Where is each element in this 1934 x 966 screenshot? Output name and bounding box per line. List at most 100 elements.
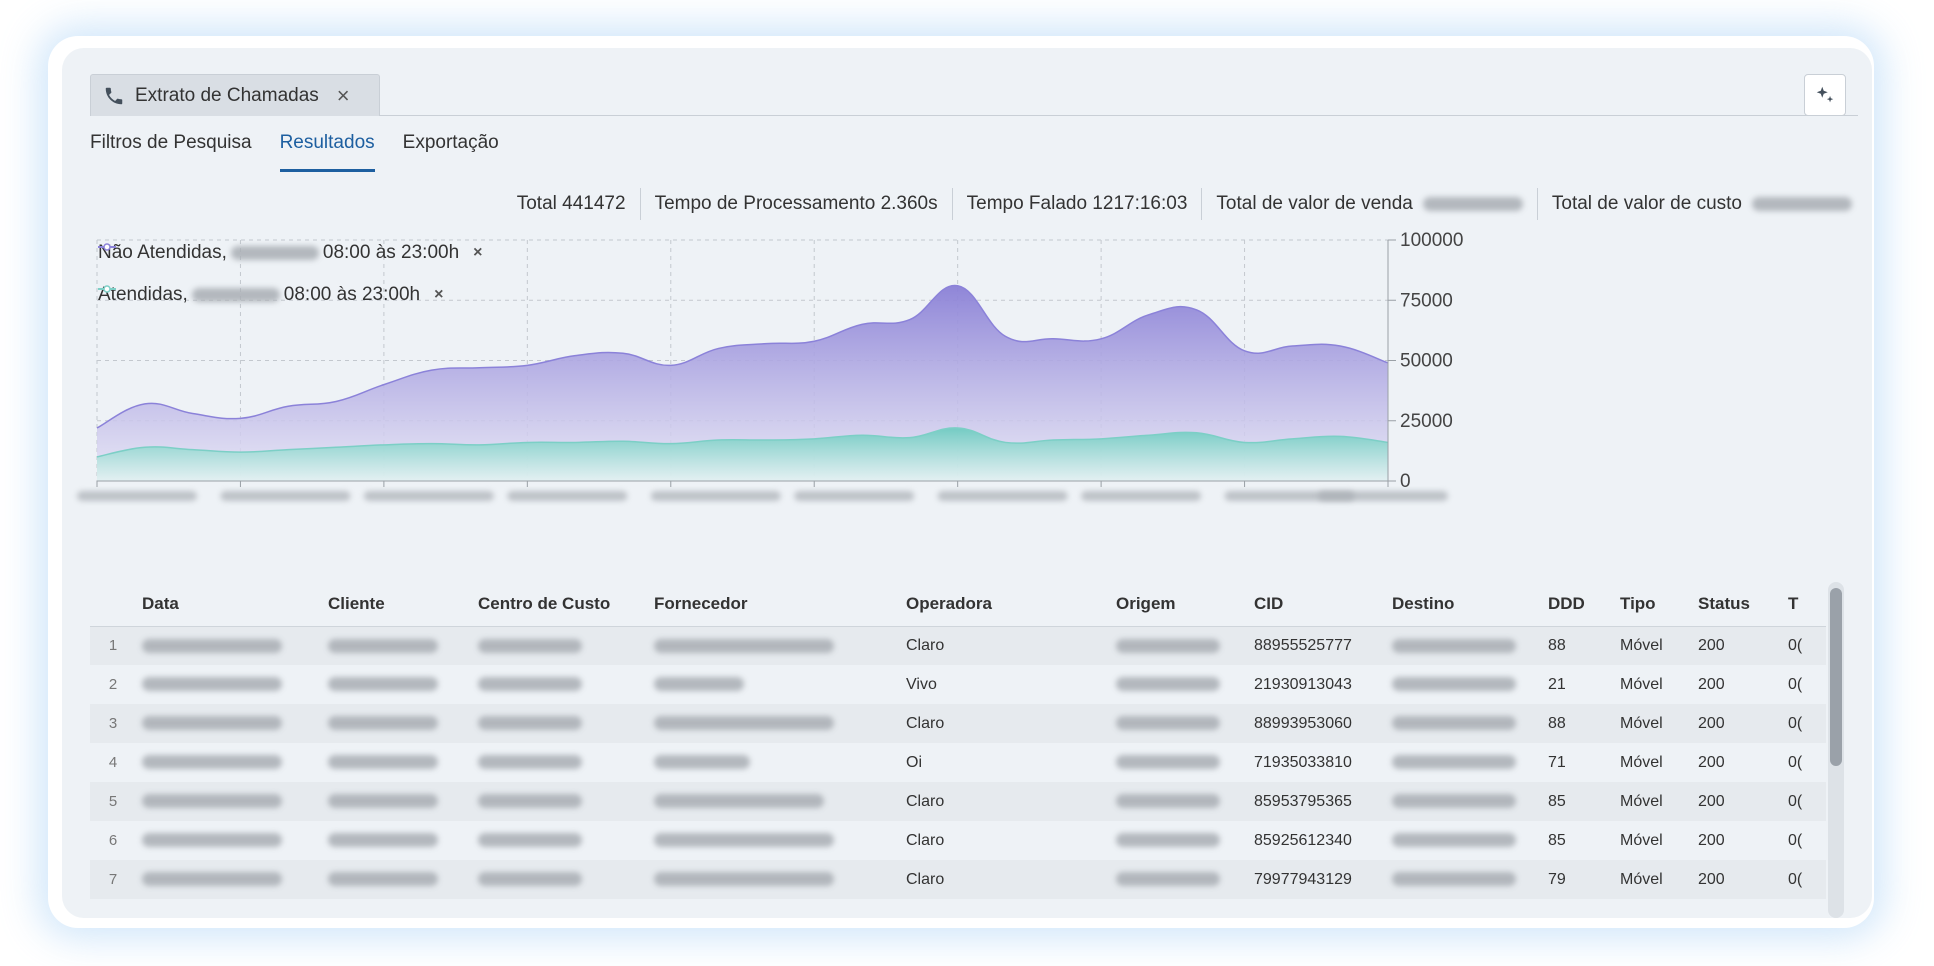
column-header-origem[interactable]: Origem [1110,582,1248,627]
redacted-value [230,246,319,260]
cell-operadora: Claro [900,860,1110,899]
tab-title: Extrato de Chamadas [135,84,319,106]
cell-cid: 85925612340 [1248,821,1386,860]
redacted-cell [322,782,472,821]
redacted-cell [136,704,322,743]
redacted-cell [648,821,900,860]
stat-total-sales-value: Total de valor de venda [1202,188,1538,220]
redacted-value [142,755,282,770]
cell-operadora: Claro [900,782,1110,821]
legend-time-range: 08:00 às 23:00h [322,242,460,263]
legend-nao-atendidas[interactable]: Não Atendidas, 08:00 às 23:00h × [98,242,483,264]
cell-status: 200 [1692,821,1782,860]
table-row[interactable]: 1 Claro 88955525777 88 Móvel 200 0( [90,626,1826,665]
cell-operadora: Oi [900,743,1110,782]
redacted-value [1752,197,1852,211]
column-header-status[interactable]: Status [1692,582,1782,627]
y-tick-label: 50000 [1400,351,1453,372]
cell-cid: 21930913043 [1248,665,1386,704]
legend-label: Não Atendidas, [98,242,227,263]
column-header-fornecedor[interactable]: Fornecedor [648,582,900,627]
redacted-x-label [650,491,781,501]
ai-assistant-button[interactable] [1804,74,1846,116]
redacted-cell [1386,782,1542,821]
cell-t: 0( [1782,665,1826,704]
y-tick-label: 75000 [1400,290,1453,311]
column-header-cid[interactable]: CID [1248,582,1386,627]
table-row[interactable]: 2 Vivo 21930913043 21 Móvel 200 0( [90,665,1826,704]
redacted-value [478,677,582,692]
redacted-cell [1386,704,1542,743]
tab-resultados[interactable]: Resultados [279,132,375,172]
table-row[interactable]: 6 Claro 85925612340 85 Móvel 200 0( [90,821,1826,860]
table-scrollbar[interactable] [1828,582,1844,918]
table-row[interactable]: 5 Claro 85953795365 85 Móvel 200 0( [90,782,1826,821]
table-row[interactable]: 4 Oi 71935033810 71 Móvel 200 0( [90,743,1826,782]
column-header-ddd[interactable]: DDD [1542,582,1614,627]
cell-operadora: Claro [900,704,1110,743]
redacted-cell [648,782,900,821]
table-row[interactable]: 7 Claro 79977943129 79 Móvel 200 0( [90,860,1826,899]
redacted-cell [1110,743,1248,782]
redacted-cell [322,821,472,860]
column-header-centro-de-custo[interactable]: Centro de Custo [472,582,648,627]
remove-series-icon[interactable]: × [473,244,482,262]
cell-cid: 88993953060 [1248,704,1386,743]
cell-t: 0( [1782,860,1826,899]
cell-tipo: Móvel [1614,743,1692,782]
column-header-data[interactable]: Data [136,582,322,627]
cell-t: 0( [1782,704,1826,743]
redacted-cell [472,704,648,743]
legend-time-range: 08:00 às 23:00h [283,284,421,305]
redacted-cell [648,626,900,665]
tab-exportacao[interactable]: Exportação [403,132,499,172]
cell-ddd: 88 [1542,626,1614,665]
redacted-value [1422,197,1523,211]
redacted-value [328,638,438,653]
redacted-value [328,755,438,770]
redacted-value [478,872,582,887]
legend-atendidas[interactable]: Atendidas, 08:00 às 23:00h × [98,284,443,306]
cell-t: 0( [1782,821,1826,860]
stat-total: Total 441472 [503,188,641,220]
cell-ddd: 79 [1542,860,1614,899]
cell-status: 200 [1692,626,1782,665]
column-header-destino[interactable]: Destino [1386,582,1542,627]
redacted-cell [1110,704,1248,743]
cell-tipo: Móvel [1614,782,1692,821]
redacted-value [1392,755,1516,770]
table-row[interactable]: 3 Claro 88993953060 88 Móvel 200 0( [90,704,1826,743]
cell-status: 200 [1692,704,1782,743]
tab-extrato-de-chamadas[interactable]: Extrato de Chamadas × [90,74,380,116]
redacted-value [328,716,438,731]
redacted-cell [136,782,322,821]
scrollbar-thumb[interactable] [1830,588,1842,766]
redacted-cell [1110,782,1248,821]
column-header-cliente[interactable]: Cliente [322,582,472,627]
redacted-value [142,833,282,848]
cell-tipo: Móvel [1614,860,1692,899]
redacted-x-label [1318,491,1448,501]
redacted-cell [136,821,322,860]
column-header-operadora[interactable]: Operadora [900,582,1110,627]
remove-series-icon[interactable]: × [434,286,443,304]
cell-status: 200 [1692,743,1782,782]
row-number: 1 [90,626,136,665]
stat-processing-time: Tempo de Processamento 2.360s [641,188,953,220]
redacted-value [328,677,438,692]
row-number: 7 [90,860,136,899]
calls-table: Data Cliente Centro de Custo Fornecedor … [90,582,1826,918]
close-tab-icon[interactable]: × [337,83,350,109]
tab-filtros-de-pesquisa[interactable]: Filtros de Pesquisa [90,132,252,172]
cell-ddd: 21 [1542,665,1614,704]
redacted-value [328,872,438,887]
cell-cid: 71935033810 [1248,743,1386,782]
column-header-t[interactable]: T [1782,582,1826,627]
redacted-cell [1110,821,1248,860]
cell-operadora: Vivo [900,665,1110,704]
stat-talk-time: Tempo Falado 1217:16:03 [953,188,1203,220]
column-header-tipo[interactable]: Tipo [1614,582,1692,627]
redacted-cell [648,743,900,782]
sparkle-icon [1816,86,1834,103]
table-header-row: Data Cliente Centro de Custo Fornecedor … [90,582,1826,627]
